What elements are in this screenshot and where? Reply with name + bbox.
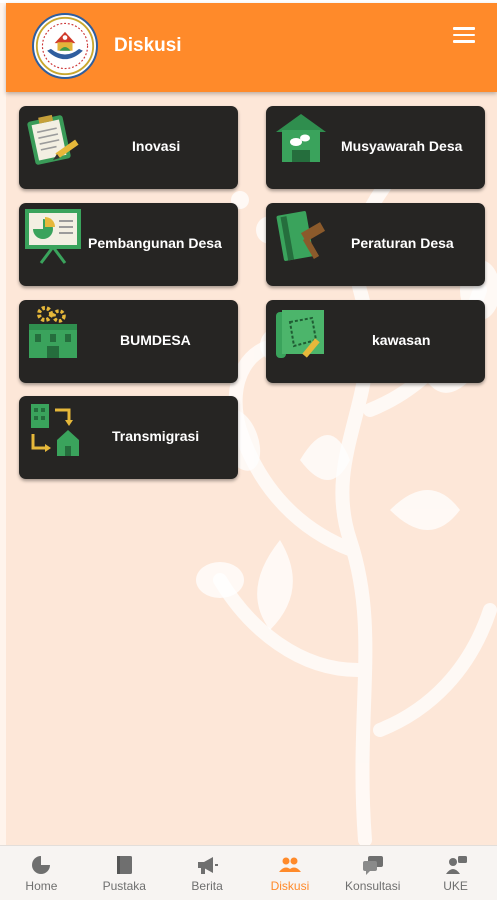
area-map-icon (272, 304, 330, 362)
nav-label: Diskusi (270, 879, 310, 893)
nav-label: Pustaka (102, 879, 146, 893)
pie-chart-icon (29, 854, 53, 876)
category-label: Musyawarah Desa (341, 138, 463, 154)
nav-label: Berita (191, 879, 223, 893)
people-group-icon (278, 854, 302, 876)
category-card-bumdesa[interactable]: BUMDESA (19, 300, 238, 383)
category-card-pembangunan-desa[interactable]: Pembangunan Desa (19, 203, 238, 286)
category-label: Pembangunan Desa (88, 235, 222, 251)
nav-label: Konsultasi (345, 879, 401, 893)
category-card-musyawarah-desa[interactable]: Musyawarah Desa (266, 106, 485, 189)
category-label: Transmigrasi (112, 428, 200, 444)
clipboard-pencil-icon (25, 110, 83, 168)
nav-item-home[interactable]: Home (0, 846, 83, 900)
category-label: Inovasi (132, 138, 181, 154)
category-card-kawasan[interactable]: kawasan (266, 300, 485, 383)
users-chat-icon (444, 854, 468, 876)
law-book-gavel-icon (272, 207, 330, 265)
megaphone-icon (195, 854, 219, 876)
chat-bubbles-icon (361, 854, 385, 876)
hamburger-menu-icon[interactable] (453, 27, 475, 45)
book-icon (112, 854, 136, 876)
left-edge (0, 3, 6, 848)
presentation-chart-icon (25, 207, 83, 265)
app-bar: Diskusi (6, 3, 497, 92)
village-meeting-house-icon (272, 110, 330, 168)
nav-item-konsultasi[interactable]: Konsultasi (331, 846, 414, 900)
nav-item-uke[interactable]: UKE (414, 846, 497, 900)
category-card-transmigrasi[interactable]: Transmigrasi (19, 396, 238, 479)
nav-item-diskusi[interactable]: Diskusi (248, 846, 331, 900)
category-label: BUMDESA (120, 332, 191, 348)
nav-item-berita[interactable]: Berita (166, 846, 249, 900)
page-title: Diskusi (114, 35, 182, 56)
category-label: Peraturan Desa (351, 235, 454, 251)
bottom-navigation: Home Pustaka Berita Diskusi Konsultasi U… (0, 845, 497, 900)
nav-item-pustaka[interactable]: Pustaka (83, 846, 166, 900)
category-label: kawasan (372, 332, 431, 348)
building-gears-icon (25, 304, 83, 362)
transmigration-buildings-icon (25, 400, 83, 458)
ministry-logo-icon (32, 13, 98, 79)
nav-label: Home (25, 879, 58, 893)
nav-label: UKE (443, 879, 468, 893)
category-card-inovasi[interactable]: Inovasi (19, 106, 238, 189)
category-card-peraturan-desa[interactable]: Peraturan Desa (266, 203, 485, 286)
